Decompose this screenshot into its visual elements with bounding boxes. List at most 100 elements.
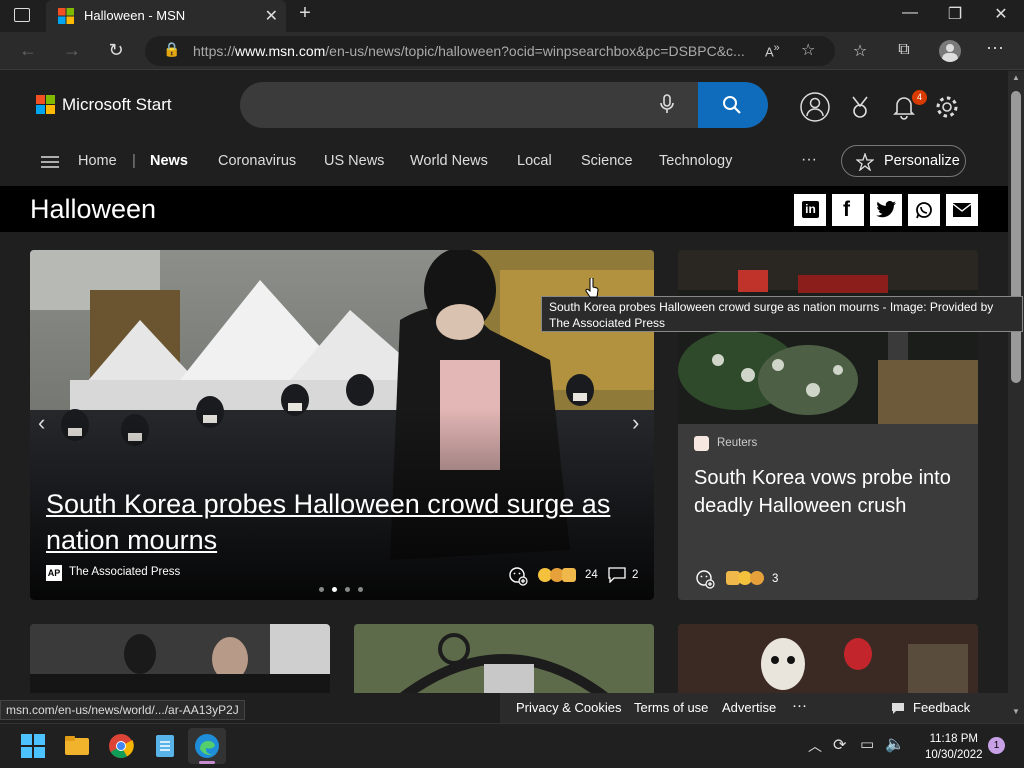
- minimize-icon[interactable]: —: [895, 4, 925, 22]
- window-close-icon[interactable]: ✕: [986, 4, 1016, 24]
- sparkle-star-icon: [856, 153, 874, 171]
- footer-more-button[interactable]: ···: [792, 697, 807, 714]
- tab-actions-icon[interactable]: [14, 8, 30, 22]
- search-button[interactable]: [698, 82, 768, 128]
- reaction-emojis-icon: [538, 568, 578, 584]
- comment-bubble-icon[interactable]: [608, 567, 626, 583]
- advertise-link[interactable]: Advertise: [722, 700, 776, 715]
- carousel-prev-icon[interactable]: ‹: [38, 410, 45, 436]
- volume-icon[interactable]: 🔈: [885, 734, 905, 754]
- lock-icon: 🔒: [163, 41, 181, 57]
- hero-comment-count: 2: [632, 569, 639, 581]
- scrollbar-thumb[interactable]: [1011, 91, 1021, 383]
- browser-tab[interactable]: Halloween - MSN ✕: [46, 0, 286, 32]
- whatsapp-icon: [916, 202, 932, 219]
- reaction-emojis-icon: [726, 571, 766, 587]
- read-aloud-icon[interactable]: A»: [765, 42, 780, 59]
- share-twitter-button[interactable]: [870, 194, 902, 226]
- carousel-dot[interactable]: [319, 587, 324, 592]
- tab-close-icon[interactable]: ✕: [265, 6, 278, 26]
- feedback-icon: [892, 703, 904, 714]
- back-icon[interactable]: ←: [16, 40, 40, 61]
- story-image: [678, 624, 978, 693]
- story-card-thumbnail[interactable]: [354, 624, 654, 693]
- show-hidden-icons-icon[interactable]: ︿: [808, 736, 822, 756]
- topic-header: Halloween in f: [0, 186, 1008, 232]
- story-card-thumbnail[interactable]: [678, 624, 978, 693]
- profile-avatar[interactable]: [939, 40, 961, 62]
- feedback-button[interactable]: Feedback: [913, 700, 970, 715]
- restore-icon[interactable]: ❐: [940, 4, 970, 24]
- notification-badge: 4: [912, 90, 927, 105]
- side-story-source[interactable]: Reuters: [717, 437, 757, 449]
- carousel-dot[interactable]: [345, 587, 350, 592]
- share-linkedin-button[interactable]: in: [794, 194, 826, 226]
- hero-reaction-count: 24: [585, 569, 598, 581]
- chrome-icon[interactable]: [108, 733, 134, 759]
- facebook-icon: f: [843, 198, 850, 221]
- nav-item-news[interactable]: News: [150, 153, 188, 169]
- settings-more-icon[interactable]: ···: [983, 37, 1007, 58]
- brand-name[interactable]: Microsoft Start: [62, 95, 172, 115]
- reuters-logo-icon: [694, 436, 709, 451]
- page-scrollbar[interactable]: ▲ ▼: [1008, 71, 1024, 723]
- nav-item-technology[interactable]: Technology: [659, 153, 732, 169]
- page-footer: Privacy & Cookies Terms of use Advertise…: [500, 693, 1008, 723]
- side-reaction-count: 3: [772, 573, 779, 585]
- favorites-icon[interactable]: ☆: [848, 41, 872, 61]
- microphone-icon[interactable]: [660, 94, 674, 119]
- nav-item-coronavirus[interactable]: Coronavirus: [218, 153, 296, 169]
- refresh-icon[interactable]: ↻: [104, 40, 128, 61]
- settings-gear-icon[interactable]: [932, 92, 962, 122]
- status-bar-url: msn.com/en-us/news/world/.../ar-AA13yP2J: [0, 700, 245, 720]
- personalize-label: Personalize: [884, 153, 960, 169]
- story-card-thumbnail[interactable]: [30, 624, 330, 693]
- nav-item-science[interactable]: Science: [581, 153, 633, 169]
- notepad-icon[interactable]: [152, 733, 178, 759]
- nav-item-world-news[interactable]: World News: [410, 153, 488, 169]
- carousel-dot[interactable]: [358, 587, 363, 592]
- nav-item-us-news[interactable]: US News: [324, 153, 384, 169]
- tab-title: Halloween - MSN: [84, 8, 186, 23]
- collections-icon[interactable]: ⧉: [892, 41, 916, 59]
- microsoft-logo-icon[interactable]: [36, 95, 56, 115]
- email-envelope-icon: [953, 203, 971, 217]
- share-whatsapp-button[interactable]: [908, 194, 940, 226]
- carousel-next-icon[interactable]: ›: [632, 410, 639, 436]
- share-facebook-button[interactable]: f: [832, 194, 864, 226]
- windows-start-icon[interactable]: [20, 733, 46, 759]
- scroll-down-icon[interactable]: ▼: [1012, 707, 1020, 716]
- story-image: [30, 624, 330, 693]
- hero-headline[interactable]: South Korea probes Halloween crowd surge…: [46, 486, 646, 558]
- edge-taskbar-active[interactable]: [188, 728, 226, 764]
- carousel-dot-active[interactable]: [332, 587, 337, 592]
- add-reaction-icon[interactable]: [508, 566, 528, 586]
- nav-more-button[interactable]: ···: [801, 151, 817, 169]
- address-bar[interactable]: 🔒 https://www.msn.com/en-us/news/topic/h…: [145, 36, 835, 66]
- terms-link[interactable]: Terms of use: [634, 700, 708, 715]
- nav-item-home[interactable]: Home: [78, 153, 117, 169]
- rewards-icon[interactable]: [845, 92, 875, 122]
- sync-icon[interactable]: ⟳: [833, 735, 846, 755]
- search-input[interactable]: [240, 82, 768, 128]
- clock-time: 11:18 PM: [929, 733, 978, 745]
- share-email-button[interactable]: [946, 194, 978, 226]
- privacy-link[interactable]: Privacy & Cookies: [516, 700, 621, 715]
- add-reaction-icon[interactable]: [695, 569, 715, 589]
- ap-logo-icon: AP: [46, 565, 62, 581]
- side-story-headline[interactable]: South Korea vows probe into deadly Hallo…: [694, 464, 969, 520]
- hero-source[interactable]: The Associated Press: [69, 566, 180, 578]
- taskbar-clock[interactable]: 11:18 PM 10/30/2022: [925, 731, 983, 763]
- file-explorer-icon[interactable]: [64, 733, 90, 759]
- url-text: https://www.msn.com/en-us/news/topic/hal…: [193, 43, 745, 59]
- menu-hamburger-icon[interactable]: [41, 155, 59, 169]
- sign-in-icon[interactable]: [800, 92, 830, 122]
- forward-icon[interactable]: →: [60, 40, 84, 61]
- new-tab-icon[interactable]: +: [290, 2, 320, 25]
- network-icon[interactable]: ▭: [860, 735, 874, 753]
- personalize-button[interactable]: Personalize: [841, 145, 966, 177]
- scroll-up-icon[interactable]: ▲: [1012, 73, 1020, 82]
- add-favorite-icon[interactable]: ☆: [801, 40, 815, 60]
- nav-item-local[interactable]: Local: [517, 153, 552, 169]
- notification-center-badge[interactable]: 1: [988, 737, 1005, 754]
